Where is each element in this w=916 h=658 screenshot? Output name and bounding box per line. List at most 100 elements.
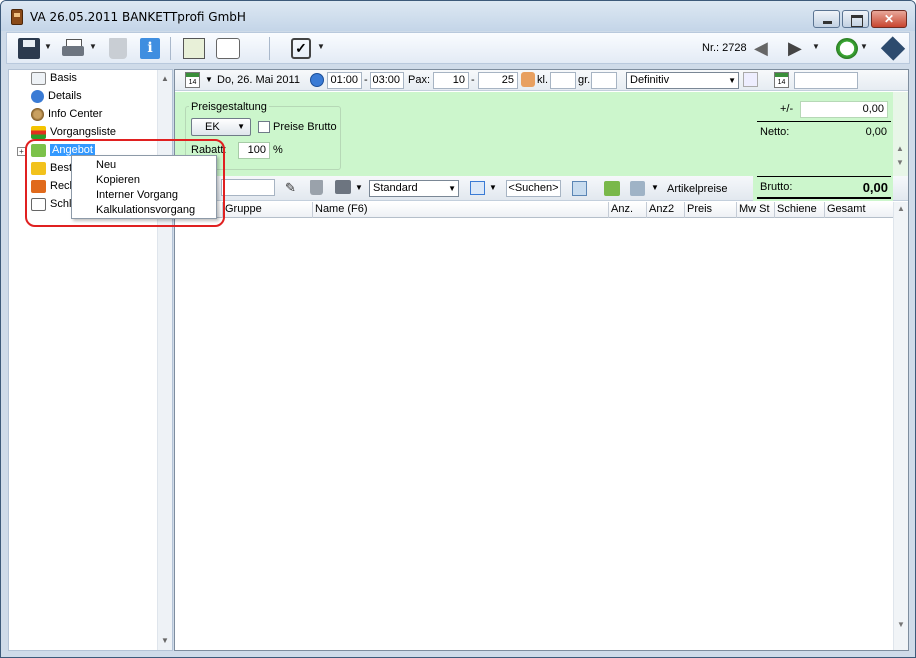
help-icon[interactable] (880, 36, 906, 61)
plus-minus-field[interactable]: 0,00 (800, 101, 888, 118)
event-date[interactable]: Do, 26. Mai 2011 (217, 72, 300, 89)
time-icon[interactable] (310, 73, 324, 87)
print-dropdown-icon[interactable]: ▼ (355, 180, 363, 197)
chevron-down-icon: ▼ (728, 76, 736, 85)
kl-field[interactable] (550, 72, 576, 89)
status-select[interactable]: Definitiv ▼ (626, 72, 739, 89)
scroll-down-icon[interactable]: ▼ (897, 620, 905, 629)
grid-scrollbar[interactable]: ▲ ▼ (893, 202, 908, 650)
persons-icon (521, 72, 535, 87)
pax-label: Pax: (408, 74, 431, 86)
clock-icon[interactable] (836, 38, 858, 59)
pax-separator: - (471, 74, 475, 86)
maximize-button[interactable] (842, 10, 869, 28)
pricing-scrollbar[interactable]: ▲ ▼ (893, 92, 908, 176)
time-from-field[interactable]: 01:00 (327, 72, 362, 89)
info-icon[interactable]: i (140, 38, 160, 59)
edit-icon[interactable]: ✎ (285, 180, 296, 197)
article-list-dropdown-icon[interactable]: ▼ (651, 180, 659, 197)
column-header-name[interactable]: Name (F6) (313, 202, 609, 218)
totals-divider (757, 121, 891, 122)
time-to-field[interactable]: 03:00 (370, 72, 404, 89)
brutto-top-line (757, 176, 891, 177)
date-dropdown-icon[interactable]: ▼ (205, 72, 213, 89)
forward-dropdown-icon[interactable]: ▼ (812, 42, 820, 54)
scroll-down-icon[interactable]: ▼ (896, 158, 904, 167)
tree-item-info-center[interactable]: Info Center (31, 106, 102, 123)
sheet-icon[interactable] (572, 181, 587, 196)
clock-dropdown-icon[interactable]: ▼ (860, 42, 868, 54)
date-field[interactable] (794, 72, 858, 89)
columns-icon[interactable] (470, 181, 485, 195)
forward-arrow-icon[interactable]: ▶ (788, 38, 810, 59)
column-header-anz2[interactable]: Anz2 (647, 202, 685, 218)
record-number: Nr.: 2728 (702, 42, 747, 54)
document-panel: 14 ▼ Do, 26. Mai 2011 01:00 - 03:00 Pax:… (174, 69, 909, 651)
basis-icon (31, 71, 46, 85)
preise-brutto-label: Preise Brutto (273, 121, 337, 133)
event-filter-bar: 14 ▼ Do, 26. Mai 2011 01:00 - 03:00 Pax:… (175, 70, 908, 91)
tree-item-basis[interactable]: Basis (31, 70, 77, 87)
details-icon (31, 89, 44, 103)
rabatt-field[interactable]: 100 (238, 142, 270, 159)
plus-minus-label: +/- (780, 103, 794, 115)
article-search-field[interactable] (221, 179, 275, 196)
calculator-icon[interactable] (183, 38, 205, 59)
search-button[interactable]: <Suchen> (506, 180, 561, 197)
scroll-up-icon[interactable]: ▲ (897, 204, 905, 213)
column-header-schiene[interactable]: Schiene (775, 202, 825, 218)
comment-icon[interactable] (216, 38, 240, 59)
column-header-anz[interactable]: Anz. (609, 202, 647, 218)
print-icon[interactable] (335, 180, 351, 194)
app-window: VA 26.05.2011 BANKETTprofi GmbH ✕ ▼ ▼ i … (0, 0, 916, 658)
trash-icon[interactable] (310, 180, 323, 195)
hierarchy-icon[interactable] (604, 181, 620, 196)
artikelpreise-label[interactable]: Artikelpreise (667, 181, 728, 198)
back-arrow-icon[interactable]: ◀ (754, 38, 774, 59)
scroll-down-icon[interactable]: ▼ (161, 636, 169, 645)
pax-to-field[interactable]: 25 (478, 72, 518, 89)
trash-icon[interactable] (109, 38, 127, 59)
column-header-preis[interactable]: Preis (685, 202, 737, 218)
preise-brutto-checkbox[interactable] (258, 121, 270, 133)
pricing-legend: Preisgestaltung (189, 101, 269, 113)
scroll-up-icon[interactable]: ▲ (896, 144, 904, 153)
close-button[interactable]: ✕ (871, 10, 907, 28)
column-header-mwst[interactable]: Mw St (737, 202, 775, 218)
print-dropdown-icon[interactable]: ▼ (89, 42, 97, 54)
lookup-icon[interactable] (743, 72, 758, 87)
chevron-down-icon: ▼ (237, 122, 245, 131)
article-list-icon[interactable] (630, 181, 645, 196)
checklist-icon[interactable]: ✓ (291, 38, 311, 59)
columns-dropdown-icon[interactable]: ▼ (489, 180, 497, 197)
column-header-gesamt[interactable]: Gesamt (825, 202, 893, 218)
save-icon[interactable] (18, 38, 40, 59)
toolbar-divider (269, 37, 270, 60)
kl-label: kl. (537, 74, 548, 86)
list-icon (31, 125, 46, 139)
brutto-underline (757, 197, 891, 199)
checklist-dropdown-icon[interactable]: ▼ (317, 42, 325, 54)
calendar-icon[interactable]: 14 (185, 72, 200, 88)
netto-label: Netto: (760, 126, 790, 138)
tree-item-details[interactable]: Details (31, 88, 82, 105)
column-header-gruppe[interactable]: Gruppe (223, 202, 313, 218)
highlight-annotation (25, 139, 225, 227)
time-separator: - (364, 74, 368, 86)
brutto-value: 0,00 (862, 180, 888, 195)
close-icon: ✕ (883, 12, 895, 26)
minimize-button[interactable] (813, 10, 840, 28)
ek-select[interactable]: EK ▼ (191, 118, 251, 136)
chevron-down-icon: ▼ (448, 184, 456, 193)
save-dropdown-icon[interactable]: ▼ (44, 42, 52, 54)
view-select[interactable]: Standard ▼ (369, 180, 459, 197)
main-toolbar: ▼ ▼ i ✓ ▼ Nr.: 2728 ◀ ▶ ▼ ▼ (6, 32, 910, 64)
brutto-label: Brutto: (760, 181, 793, 193)
print-icon[interactable] (62, 38, 84, 59)
scroll-up-icon[interactable]: ▲ (161, 74, 169, 83)
calendar-icon-2[interactable]: 14 (774, 72, 789, 88)
toolbar-divider (170, 37, 171, 60)
gr-field[interactable] (591, 72, 617, 89)
articles-grid-header: Gruppe Name (F6) Anz. Anz2 Preis Mw St S… (175, 202, 893, 218)
pax-from-field[interactable]: 10 (433, 72, 469, 89)
